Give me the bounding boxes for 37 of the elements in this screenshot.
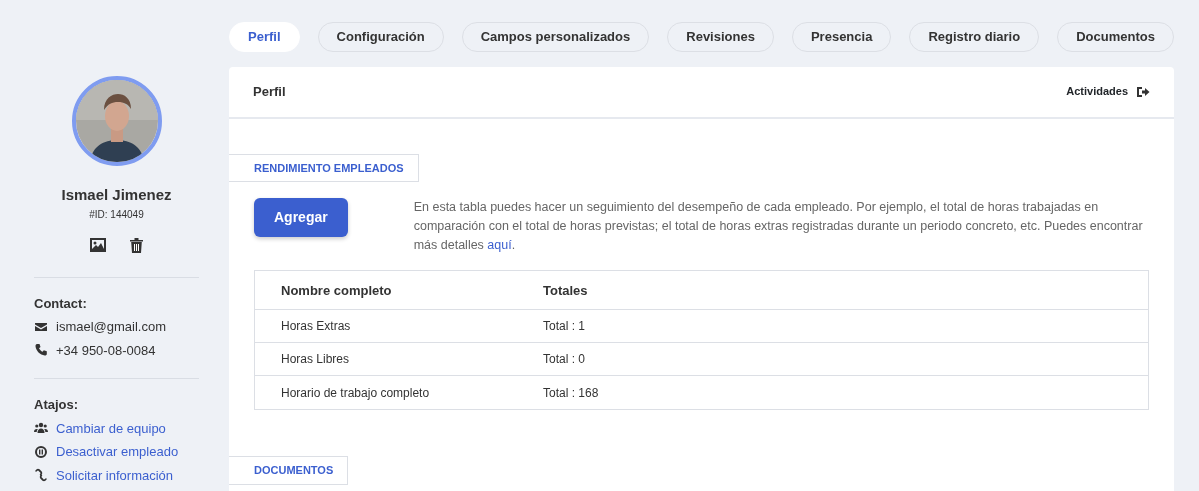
shortcut-link[interactable]: Solicitar información [56, 465, 174, 485]
employee-name: Ismael Jimenez [60, 185, 173, 205]
table-cell-text: Total : 0 [543, 351, 586, 369]
tab[interactable]: Campos personalizados [461, 22, 650, 52]
shortcut-link[interactable]: Cambiar de equipo [56, 418, 166, 438]
shortcut-link[interactable]: Desactivar empleado [56, 442, 179, 462]
exit-icon [1136, 84, 1150, 99]
section-heading: RENDIMIENTO EMPLEADOS [229, 153, 419, 183]
tab[interactable]: Perfil [229, 22, 300, 52]
employee-id: #ID: 144049 [88, 207, 145, 222]
table-cell-text: Total : 168 [543, 384, 599, 402]
pause-icon [34, 444, 48, 459]
tab[interactable]: Presencia [791, 22, 892, 52]
section-heading: DOCUMENTOS [229, 456, 349, 485]
table-cell-text: Horario de trabajo completo [280, 384, 431, 402]
card-title: Perfil [253, 82, 286, 101]
column-header: Nombre completo [280, 281, 393, 300]
tab[interactable]: Configuración [317, 22, 444, 52]
table-cell-text: Horas Extras [280, 318, 352, 336]
table-cell-text: Total : 1 [543, 318, 586, 336]
details-link[interactable]: aquí [487, 237, 512, 252]
tab[interactable]: Registro diario [909, 22, 1040, 52]
image-icon[interactable] [90, 237, 106, 252]
contact-heading: Contact: [34, 294, 88, 313]
activities-link[interactable]: Actividades [1066, 83, 1150, 100]
shortcuts-heading: Atajos: [34, 396, 80, 414]
tab[interactable]: Revisiones [667, 22, 774, 52]
email-address: ismael@gmail.com [56, 318, 166, 336]
table-cell-text: Horas Libres [280, 351, 351, 369]
team-icon [34, 421, 48, 436]
phone-icon [34, 343, 48, 358]
add-button[interactable]: Agregar [254, 198, 348, 238]
trash-icon[interactable] [130, 237, 143, 253]
tab[interactable]: Documentos [1057, 22, 1174, 52]
phone-number: +34 950-08-0084 [56, 341, 156, 360]
column-header: Totales [543, 281, 588, 300]
description-text: En esta tabla puedes hacer un seguimiento del desempeño de cada empleado. Por ejemplo, el total de horas trabajadas en comparación con el total de horas previstas; el total de horas extras registradas durante un periodo concreto, etc. Puedes encontrar más detalles aquí. [413, 199, 1144, 254]
